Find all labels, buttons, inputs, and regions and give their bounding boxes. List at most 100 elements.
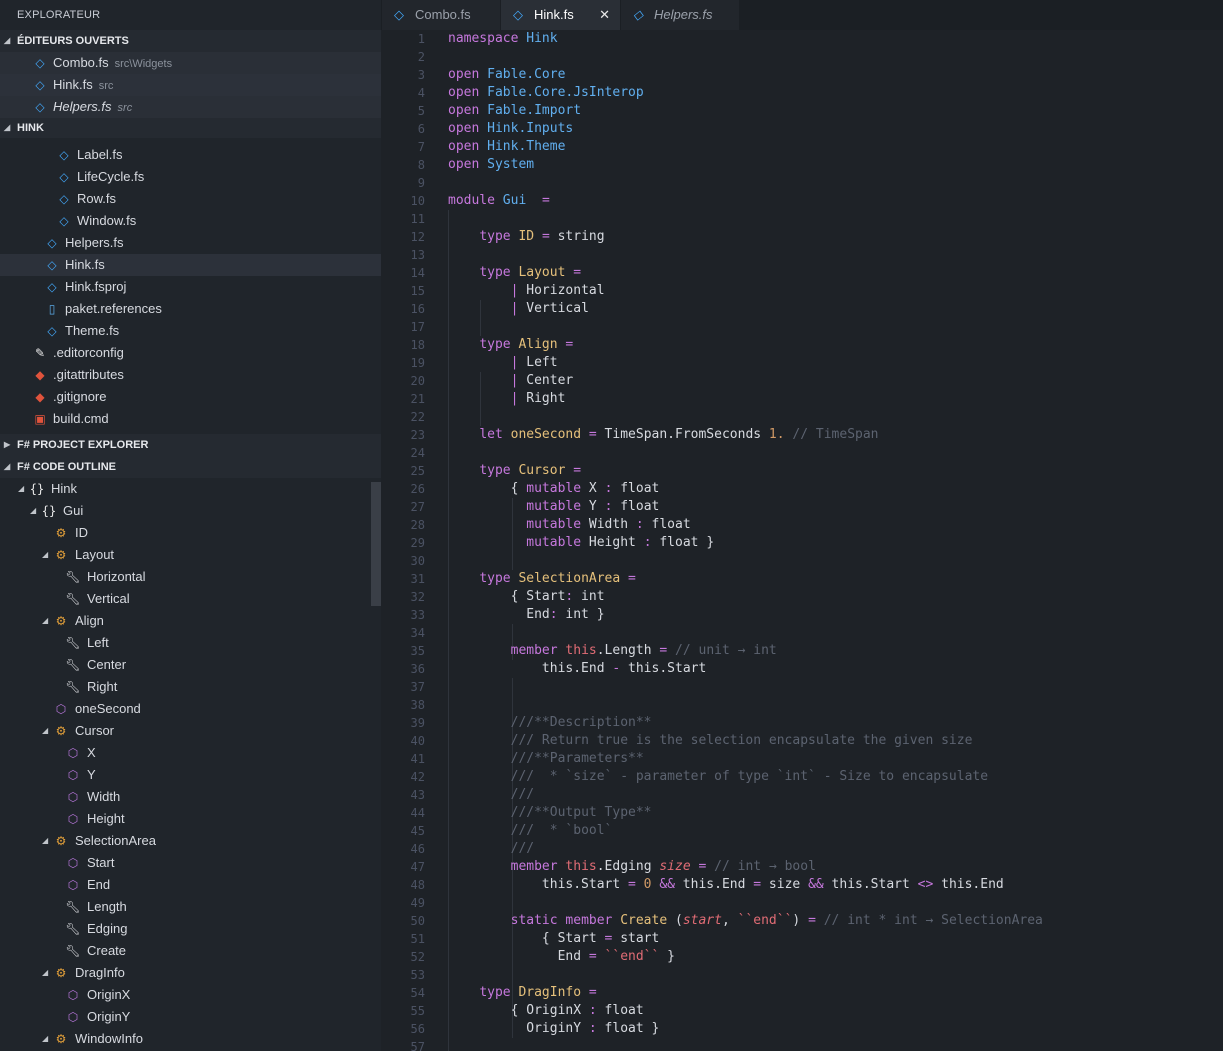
- code-line[interactable]: [448, 444, 1043, 462]
- code-line[interactable]: | Center: [448, 372, 1043, 390]
- code-line[interactable]: /// Return true is the selection encapsu…: [448, 732, 1043, 750]
- code-line[interactable]: ///**Parameters**: [448, 750, 1043, 768]
- file-item[interactable]: ✎ .editorconfig: [0, 342, 381, 364]
- code-line[interactable]: [448, 678, 1043, 696]
- tab-helpers[interactable]: ◇ Helpers.fs: [621, 0, 739, 30]
- outline-case[interactable]: 🔧︎ Center: [0, 654, 381, 676]
- outline-case[interactable]: 🔧︎ Vertical: [0, 588, 381, 610]
- file-item[interactable]: ◇ Theme.fs: [0, 320, 381, 342]
- code-line[interactable]: ///: [448, 786, 1043, 804]
- code-line[interactable]: member this.Length = // unit → int: [448, 642, 1043, 660]
- outline-field[interactable]: ⬡ OriginY: [0, 1006, 381, 1028]
- code-line[interactable]: /// * `size` - parameter of type `int` -…: [448, 768, 1043, 786]
- code-line[interactable]: mutable Width : float: [448, 516, 1043, 534]
- code-line[interactable]: [448, 696, 1043, 714]
- code-line[interactable]: type Layout =: [448, 264, 1043, 282]
- code-line[interactable]: [448, 966, 1043, 984]
- outline-field[interactable]: ⬡ OriginX: [0, 984, 381, 1006]
- outline-module[interactable]: ◢ {} Gui: [0, 500, 381, 522]
- file-item[interactable]: ▯ paket.references: [0, 298, 381, 320]
- code-line[interactable]: { Start: int: [448, 588, 1043, 606]
- code-line[interactable]: { Start = start: [448, 930, 1043, 948]
- code-line[interactable]: | Horizontal: [448, 282, 1043, 300]
- outline-type[interactable]: ◢ ⚙ Align: [0, 610, 381, 632]
- code-line[interactable]: [448, 318, 1043, 336]
- outline-case[interactable]: 🔧︎ Right: [0, 676, 381, 698]
- outline-type[interactable]: ⚙ ID: [0, 522, 381, 544]
- outline-scrollbar[interactable]: [371, 482, 381, 606]
- outline-field[interactable]: ⬡ End: [0, 874, 381, 896]
- outline-type[interactable]: ◢ ⚙ SelectionArea: [0, 830, 381, 852]
- open-editor-combo[interactable]: ◇ Combo.fs src\Widgets: [0, 52, 381, 74]
- code-line[interactable]: | Right: [448, 390, 1043, 408]
- code-line[interactable]: { mutable X : float: [448, 480, 1043, 498]
- file-item[interactable]: ◇ Hink.fsproj: [0, 276, 381, 298]
- code-line[interactable]: type ID = string: [448, 228, 1043, 246]
- file-item[interactable]: ◇ LifeCycle.fs: [0, 166, 381, 188]
- code-line[interactable]: this.End - this.Start: [448, 660, 1043, 678]
- code-line[interactable]: [448, 624, 1043, 642]
- code-line[interactable]: [448, 246, 1043, 264]
- code-line[interactable]: type DragInfo =: [448, 984, 1043, 1002]
- code-line[interactable]: open Hink.Theme: [448, 138, 1043, 156]
- file-item[interactable]: ◆ .gitattributes: [0, 364, 381, 386]
- code-line[interactable]: open Fable.Core.JsInterop: [448, 84, 1043, 102]
- project-header[interactable]: ◢ HINK: [0, 118, 381, 138]
- code-line[interactable]: module Gui =: [448, 192, 1043, 210]
- outline-field[interactable]: ⬡ X: [0, 742, 381, 764]
- open-editors-header[interactable]: ◢ ÉDITEURS OUVERTS: [0, 30, 381, 52]
- outline-namespace[interactable]: ◢ {} Hink: [0, 478, 381, 500]
- file-item[interactable]: ◇ Window.fs: [0, 210, 381, 232]
- code-line[interactable]: type Align =: [448, 336, 1043, 354]
- code-line[interactable]: open Fable.Import: [448, 102, 1043, 120]
- code-line[interactable]: [448, 552, 1043, 570]
- code-line[interactable]: ///**Output Type**: [448, 804, 1043, 822]
- code-line[interactable]: let oneSecond = TimeSpan.FromSeconds 1. …: [448, 426, 1043, 444]
- file-item[interactable]: ◇ Helpers.fs: [0, 232, 381, 254]
- code-line[interactable]: mutable Y : float: [448, 498, 1043, 516]
- code-line[interactable]: open Hink.Inputs: [448, 120, 1043, 138]
- file-item-selected[interactable]: ◇ Hink.fs: [0, 254, 381, 276]
- outline-type[interactable]: ◢ ⚙ DragInfo: [0, 962, 381, 984]
- outline-case[interactable]: 🔧︎ Horizontal: [0, 566, 381, 588]
- file-item[interactable]: ◆ .gitignore: [0, 386, 381, 408]
- outline-member[interactable]: 🔧︎ Create: [0, 940, 381, 962]
- code-line[interactable]: type Cursor =: [448, 462, 1043, 480]
- file-item[interactable]: ◇ Label.fs: [0, 144, 381, 166]
- outline-type[interactable]: ◢ ⚙ Layout: [0, 544, 381, 566]
- outline-type[interactable]: ◢ ⚙ Cursor: [0, 720, 381, 742]
- code-line[interactable]: [448, 894, 1043, 912]
- outline-field[interactable]: ⬡ Start: [0, 852, 381, 874]
- code-line[interactable]: [448, 174, 1043, 192]
- code-line[interactable]: /// * `bool`: [448, 822, 1043, 840]
- code-line[interactable]: | Vertical: [448, 300, 1043, 318]
- code-content[interactable]: namespace Hink open Fable.Core open Fable…: [448, 30, 1043, 1051]
- code-line[interactable]: this.Start = 0 && this.End = size && thi…: [448, 876, 1043, 894]
- code-line[interactable]: open Fable.Core: [448, 66, 1043, 84]
- code-line[interactable]: type SelectionArea =: [448, 570, 1043, 588]
- outline-member[interactable]: 🔧︎ Edging: [0, 918, 381, 940]
- outline-member[interactable]: 🔧︎ Length: [0, 896, 381, 918]
- outline-value[interactable]: ⬡ oneSecond: [0, 698, 381, 720]
- outline-field[interactable]: ⬡ Y: [0, 764, 381, 786]
- code-line[interactable]: [448, 408, 1043, 426]
- file-item[interactable]: ▣ build.cmd: [0, 408, 381, 430]
- code-line[interactable]: End = ``end`` }: [448, 948, 1043, 966]
- code-line[interactable]: { OriginX : float: [448, 1002, 1043, 1020]
- file-item[interactable]: ◇ Row.fs: [0, 188, 381, 210]
- close-icon[interactable]: ✕: [599, 0, 610, 30]
- tab-combo[interactable]: ◇ Combo.fs: [382, 0, 500, 30]
- open-editor-helpers[interactable]: ◇ Helpers.fs src: [0, 96, 381, 118]
- code-line[interactable]: [448, 210, 1043, 228]
- code-editor[interactable]: 1 2 3 4 5 6 7 8 9 10 11 12 13 14 15 16 17 18 19 20 21 22 23 24 2…: [381, 30, 1223, 1051]
- code-line[interactable]: [448, 48, 1043, 66]
- tab-hink[interactable]: ◇ Hink.fs ✕: [501, 0, 620, 30]
- outline-field[interactable]: ⬡ Height: [0, 808, 381, 830]
- code-line[interactable]: open System: [448, 156, 1043, 174]
- open-editor-hink[interactable]: ◇ Hink.fs src: [0, 74, 381, 96]
- code-line[interactable]: namespace Hink: [448, 30, 1043, 48]
- code-line[interactable]: [448, 1038, 1043, 1051]
- code-line[interactable]: | Left: [448, 354, 1043, 372]
- code-line[interactable]: ///: [448, 840, 1043, 858]
- code-line[interactable]: End: int }: [448, 606, 1043, 624]
